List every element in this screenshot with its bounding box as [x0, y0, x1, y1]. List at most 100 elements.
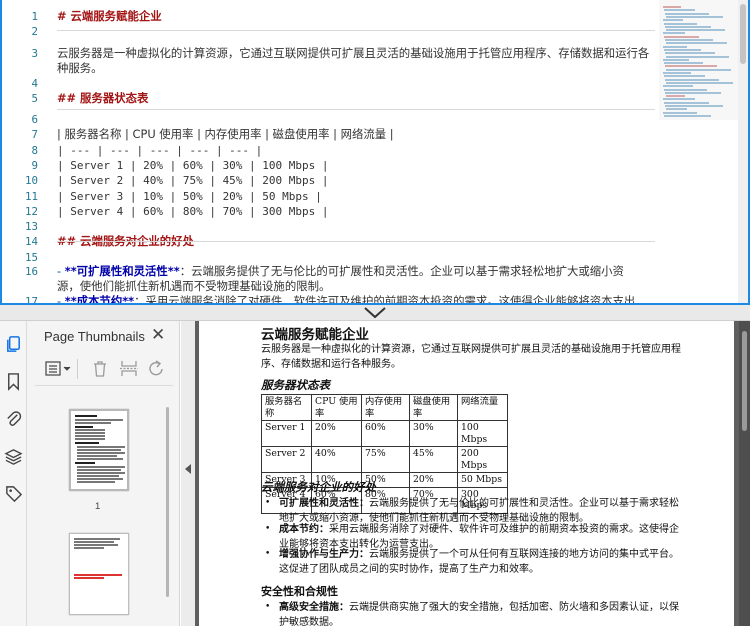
doc-intro: 云服务器是一种虚拟化的计算资源，它通过互联网提供可扩展且灵活的基础设施用于托管应… [261, 344, 681, 370]
minimap-line [666, 81, 733, 84]
close-icon[interactable]: ✕ [151, 325, 165, 345]
bullet-icon: • [265, 602, 271, 612]
bullet-icon: • [265, 549, 271, 559]
table-cell: 45% [409, 446, 458, 473]
minimap-line [663, 72, 691, 74]
side-toolbar [0, 321, 27, 626]
thumbnails-panel: Page Thumbnails ✕ 1 [27, 321, 180, 626]
line-text: | Server 3 | 10% | 50% | 20% | 50 Mbps | [57, 189, 322, 204]
chevron-left-icon[interactable] [185, 464, 191, 474]
page-thumbnail-2[interactable] [69, 533, 129, 615]
text-span: | Server 3 | 10% | 50% | 20% | 50 Mbps | [57, 190, 322, 203]
attachment-icon[interactable] [4, 409, 23, 428]
minimap-line [665, 78, 719, 81]
minimap-line [666, 95, 685, 98]
line-number: 4 [31, 77, 38, 90]
line-number: 1 [31, 10, 38, 23]
text-span: - [57, 294, 65, 305]
line-number: 9 [31, 159, 38, 172]
pane-splitter[interactable] [0, 305, 750, 321]
line-number: 6 [31, 113, 38, 126]
minimap-line [665, 12, 709, 15]
minimap-line [665, 39, 713, 41]
line-text: - **可扩展性和灵活性**：云端服务提供了无与伦比的可扩展性和灵活性。企业可以… [57, 264, 624, 279]
minimap-line [664, 114, 711, 117]
text-span: | Server 2 | 40% | 75% | 45% | 200 Mbps … [57, 174, 329, 187]
text-span: 种服务。 [57, 61, 103, 75]
trash-icon[interactable] [91, 359, 109, 378]
line-number: 8 [31, 144, 38, 157]
minimap-line [663, 45, 687, 48]
line-text: 源，使他们能抓住新机遇而不受物理基础设施的限制。 [57, 279, 330, 294]
text-span: # 云端服务赋能企业 [57, 9, 162, 23]
text-span: | Server 1 | 20% | 60% | 30% | 100 Mbps … [57, 159, 329, 172]
table-cell: 20% [311, 420, 362, 447]
document-scroll-thumb[interactable] [742, 331, 747, 431]
line-number: 15 [24, 251, 38, 264]
minimap-line [666, 55, 729, 58]
editor-minimap[interactable] [659, 0, 739, 120]
collapse-panel-handle[interactable] [181, 321, 195, 626]
line-number: 16 [24, 265, 38, 278]
text-span: 云服务器是一种虚拟化的计算资源，它通过互联网提供可扩展且灵活的基础设施用于托管应… [57, 46, 650, 60]
text-span: ：采用云端服务消除了对硬件、软件许可及维护的前期资本投资的需求。这使得企业能够将… [134, 294, 636, 305]
table-cell: 100 Mbps [457, 420, 508, 447]
line-number: 17 [24, 295, 38, 305]
minimap-line [666, 29, 725, 32]
options-menu-icon[interactable] [45, 360, 73, 378]
minimap-line [664, 9, 695, 12]
security-heading: 安全性和合规性 [261, 585, 338, 598]
table-row: Server 1 20% 60% 30% 100 Mbps [261, 420, 508, 447]
line-text: | Server 2 | 40% | 75% | 45% | 200 Mbps … [57, 173, 329, 188]
line-number: 10 [24, 174, 38, 187]
table-header-cell: 磁盘使用率 [409, 394, 458, 421]
minimap-line [665, 25, 711, 28]
line-number: 2 [31, 25, 38, 38]
text-span: | --- | --- | --- | --- | --- | [57, 144, 263, 157]
rotate-icon[interactable] [147, 359, 167, 378]
minimap-line [665, 65, 717, 68]
bookmark-icon[interactable] [4, 372, 23, 391]
extract-page-icon[interactable] [119, 359, 139, 378]
line-text: 种服务。 [57, 61, 103, 76]
heading-underline [57, 241, 655, 242]
thumbnails-scroll-thumb[interactable] [166, 407, 169, 597]
minimap-line [666, 68, 731, 71]
minimap-line [663, 85, 693, 88]
line-number: 11 [24, 190, 38, 203]
editor-scrollbar[interactable] [738, 0, 748, 303]
bullet-label: 高级安全措施： [279, 602, 349, 613]
minimap-line [666, 15, 723, 18]
text-span: ## 服务器状态表 [57, 91, 149, 105]
table-row: Server 2 40% 75% 45% 200 Mbps [261, 446, 508, 473]
minimap-line [663, 32, 685, 35]
line-text: - **成本节约**：采用云端服务消除了对硬件、软件许可及维护的前期资本投资的需… [57, 294, 636, 305]
line-number: 3 [31, 47, 38, 60]
table-cell: 75% [361, 446, 410, 473]
bullet-label: 成本节约： [279, 524, 329, 535]
chevron-down-icon[interactable] [362, 306, 388, 319]
document-scrollbar[interactable] [739, 321, 750, 626]
minimap-line [664, 75, 705, 78]
minimap-line [664, 48, 701, 51]
heading-underline [57, 30, 655, 31]
table-cell: 200 Mbps [457, 446, 508, 473]
pdf-page: 云端服务赋能企业 云服务器是一种虚拟化的计算资源，它通过互联网提供可扩展且灵活的… [199, 321, 734, 626]
text-span: **成本节约** [64, 294, 135, 305]
table-cell: 20% [409, 472, 458, 488]
tag-icon[interactable] [4, 484, 23, 503]
pages-icon[interactable] [4, 335, 23, 354]
minimap-line [666, 42, 727, 45]
markdown-editor[interactable]: 1 # 云端服务赋能企业 2 3 云服务器是一种虚拟化的计算资源，它通过互联网提供可扩展… [0, 0, 750, 305]
table-header-cell: 网络流量 [457, 394, 508, 421]
table-cell: 50 Mbps [457, 472, 508, 488]
line-number: 13 [24, 220, 38, 233]
table-cell: Server 2 [261, 446, 312, 473]
editor-scroll-thumb[interactable] [740, 4, 746, 64]
bullet-icon: • [265, 524, 271, 534]
minimap-line [664, 88, 707, 91]
document-view[interactable]: 云端服务赋能企业 云服务器是一种虚拟化的计算资源，它通过互联网提供可扩展且灵活的… [195, 321, 750, 626]
layers-icon[interactable] [4, 447, 23, 466]
thumbnails-scrollbar[interactable] [165, 401, 170, 626]
page-thumbnail-1[interactable] [69, 409, 129, 491]
